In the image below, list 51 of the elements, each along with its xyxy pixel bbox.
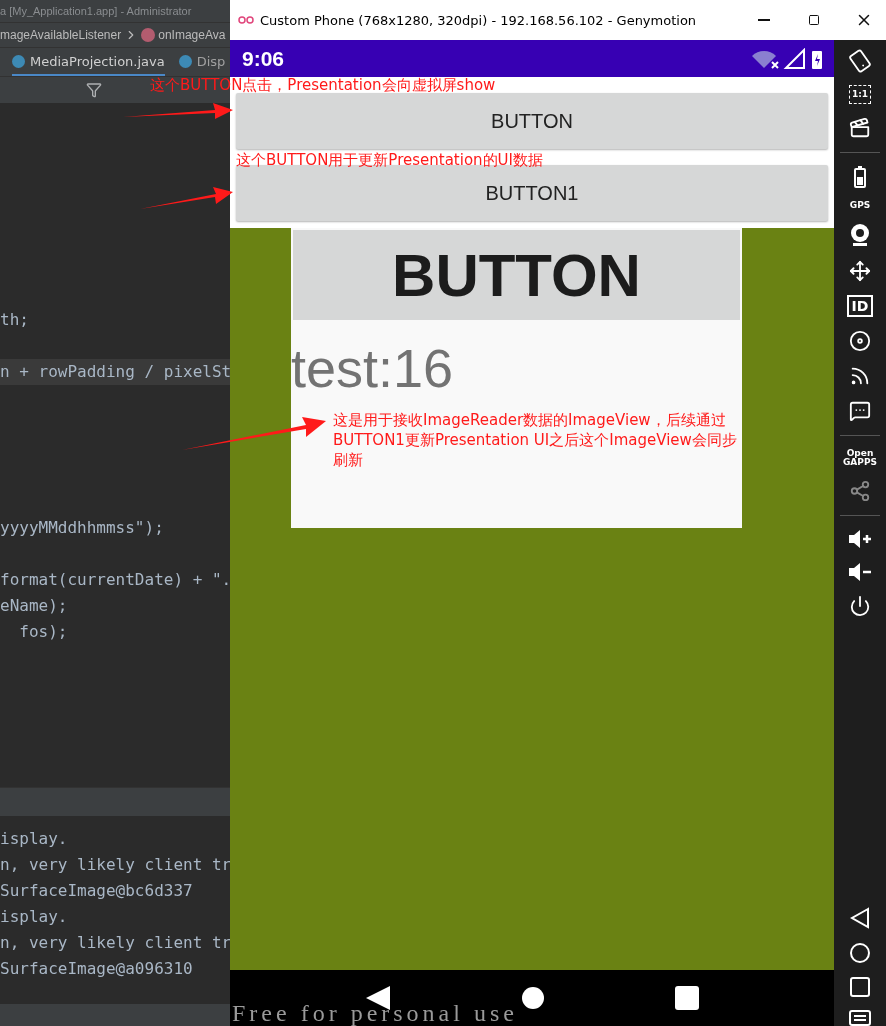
power-icon[interactable] — [849, 595, 871, 617]
message-icon[interactable] — [849, 400, 871, 422]
code-line: format(currentDate) + ". — [0, 569, 230, 591]
webcam-icon[interactable] — [849, 223, 871, 247]
log-line: SurfaceImage@bc6d337 — [0, 880, 194, 902]
maximize-icon — [808, 14, 820, 26]
log-line: n, very likely client tr — [0, 932, 230, 954]
genymotion-logo-icon — [238, 16, 254, 24]
scale-button[interactable]: 1:1 — [848, 85, 872, 104]
home-icon[interactable] — [521, 986, 545, 1010]
menu-icon[interactable] — [849, 1010, 871, 1026]
filter-icon[interactable] — [86, 82, 102, 98]
editor-tab[interactable]: Disp — [178, 48, 226, 76]
app-button[interactable]: BUTTON — [236, 93, 828, 149]
battery-icon[interactable] — [854, 166, 866, 188]
annotation-text: 这是用于接收ImageReader数据的ImageView，后续通过BUTTON1更新Presentation UI之后这个ImageView会同步刷新 — [333, 410, 738, 470]
breadcrumb-item[interactable]: onImageAva — [158, 28, 226, 42]
back-icon[interactable] — [850, 907, 870, 929]
class-icon — [178, 54, 192, 68]
window-title: Custom Phone (768x1280, 320dpi) - 192.168.56.102 - Genymotion — [260, 12, 697, 28]
class-icon — [12, 54, 25, 68]
gps-button[interactable]: GPS — [849, 201, 871, 210]
minimize-icon — [758, 19, 770, 21]
disc-icon[interactable] — [849, 330, 871, 352]
method-icon — [141, 28, 156, 42]
log-line: isplay. — [0, 828, 69, 850]
volume-down-icon[interactable] — [848, 562, 872, 582]
code-line: eName); — [0, 595, 69, 617]
ide-title: a [My_Application1.app] - Administrator — [0, 0, 230, 22]
test-label: test:16 — [291, 338, 454, 398]
log-line: SurfaceImage@a096310 — [0, 958, 194, 980]
volume-up-icon[interactable] — [848, 529, 872, 549]
id-button[interactable]: ID — [846, 295, 874, 317]
annotation-text: 这个BUTTON用于更新Presentation的UI数据 — [236, 153, 543, 168]
code-line: yyyyMMddhhmmss"); — [0, 517, 165, 539]
rss-icon[interactable] — [849, 365, 871, 387]
code-line: th; — [0, 309, 30, 331]
log-line: isplay. — [0, 906, 69, 928]
gapps-button[interactable]: Open GAPPS — [843, 449, 877, 467]
move-icon[interactable] — [849, 260, 871, 282]
status-icons-drawing — [752, 47, 824, 70]
status-time: 9:06 — [242, 46, 285, 71]
log-line: n, very likely client tr — [0, 854, 230, 876]
code-line: fos); — [18, 621, 69, 643]
home-icon[interactable] — [849, 942, 871, 964]
share-icon[interactable] — [849, 480, 871, 502]
presentation-button[interactable]: BUTTON — [293, 230, 740, 320]
clapperboard-icon[interactable] — [849, 117, 871, 139]
recents-icon[interactable] — [850, 977, 870, 997]
license-watermark: Free for personal use — [232, 1000, 518, 1026]
breadcrumb-item[interactable]: mageAvailableListener — [0, 28, 122, 42]
